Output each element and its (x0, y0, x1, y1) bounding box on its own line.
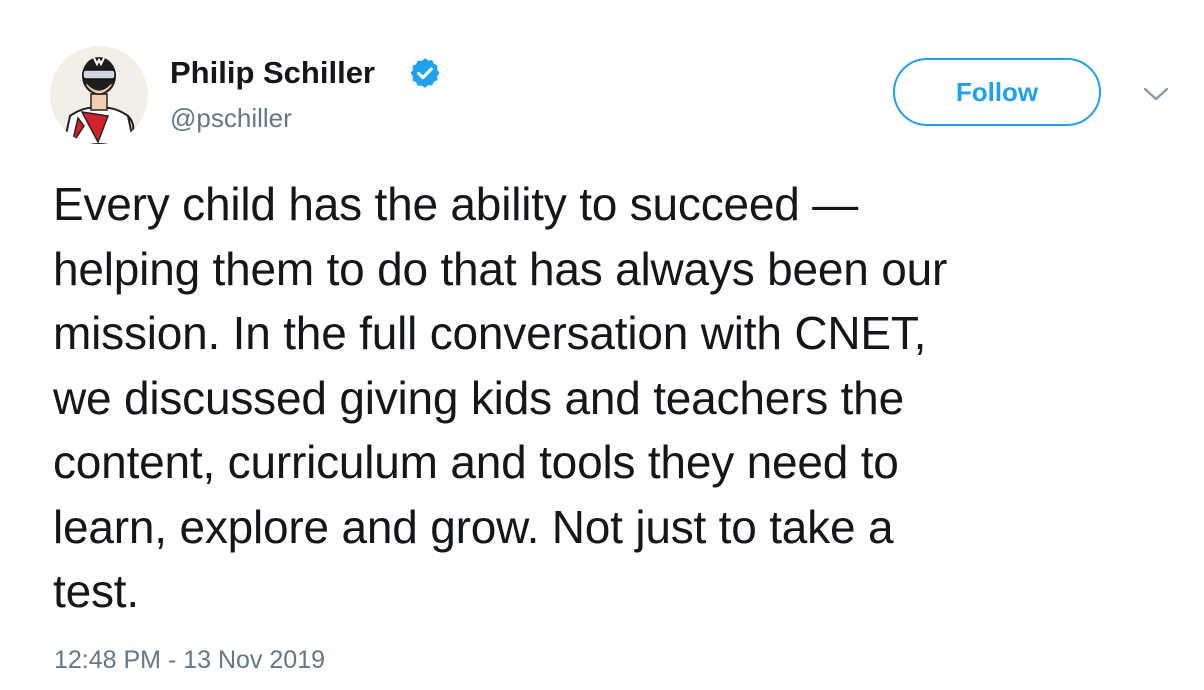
tweet-text-line: test. (53, 565, 139, 617)
tweet-text-line: content, curriculum and tools they need … (53, 436, 899, 488)
tweet-text-line: helping them to do that has always been … (53, 242, 948, 295)
tweet-text: Every child has the ability to succeed —… (53, 172, 1173, 624)
tweet-text-line: Every child has the ability to succeed — (53, 178, 859, 230)
follow-button[interactable]: Follow (893, 58, 1101, 126)
author-handle[interactable]: @pschiller (170, 102, 292, 134)
tweet-timestamp[interactable]: 12:48 PM - 13 Nov 2019 (54, 644, 325, 676)
chevron-down-icon[interactable] (1142, 84, 1170, 104)
avatar-illustration (50, 46, 148, 144)
tweet-text-line: learn, explore and grow. Not just to tak… (53, 500, 894, 553)
author-name[interactable]: Philip Schiller (170, 54, 375, 92)
tweet-card: Philip Schiller @pschiller Follow Every … (0, 0, 1204, 690)
avatar[interactable] (50, 46, 148, 144)
verified-badge-icon (410, 58, 440, 88)
tweet-text-line: we discussed giving kids and teachers th… (53, 371, 904, 424)
tweet-text-line: mission. In the full conversation with C… (53, 307, 927, 359)
